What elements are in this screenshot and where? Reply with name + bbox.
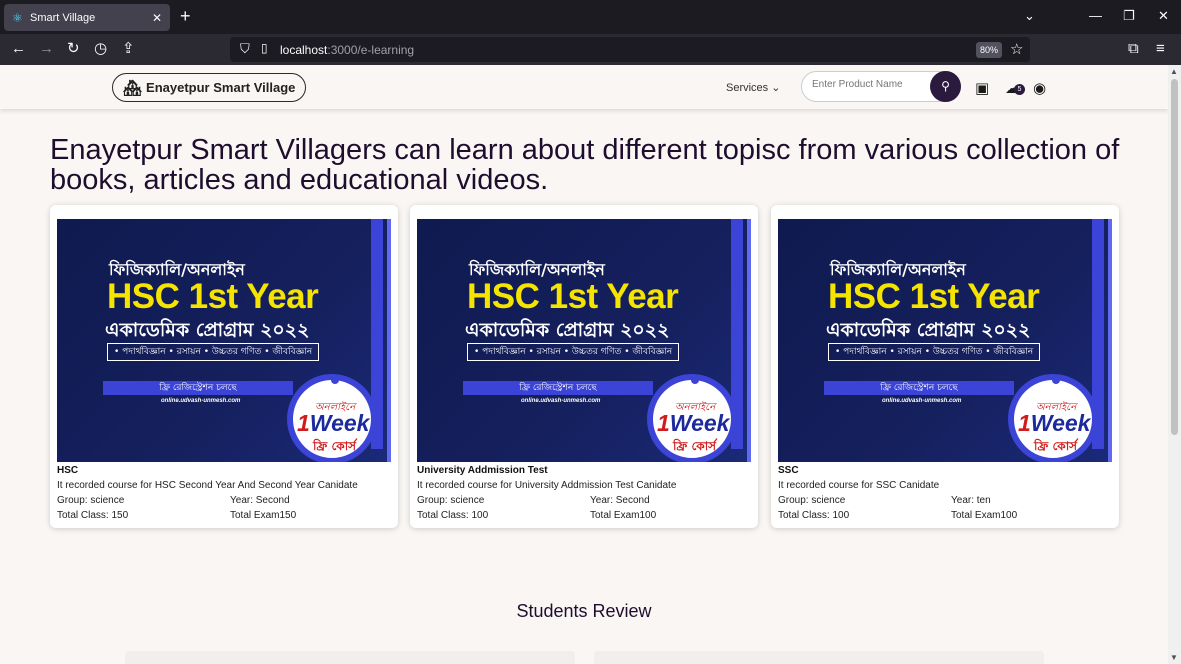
reload-icon[interactable]: ↻ (67, 40, 80, 58)
browser-tab[interactable]: ⚛ Smart Village ✕ (4, 4, 170, 31)
review-card (125, 651, 575, 664)
url-text[interactable]: localhost:3000/e-learning (280, 43, 414, 57)
extensions-puzzle-icon[interactable]: ⇪ (122, 40, 135, 58)
browser-tab-bar: ⚛ Smart Village ✕ + ⌄ — ❐ ✕ (0, 0, 1181, 34)
badge-week: 1Week (1018, 410, 1091, 436)
url-path: :3000/e-learning (327, 43, 415, 57)
search-button[interactable]: ⚲ (930, 71, 961, 102)
web-page: 🏘 Enayetpur Smart Village Services ⌄ ⚲ ▣… (0, 65, 1168, 664)
course-year: Year: ten (951, 495, 991, 506)
course-total-class: Total Class: 100 (417, 510, 489, 521)
new-tab-icon[interactable]: + (180, 7, 191, 25)
course-total-class: Total Class: 150 (57, 510, 129, 521)
review-card (594, 651, 1044, 664)
course-card[interactable]: ফিজিক্যালি/অনলাইন HSC 1st Year একাডেমিক … (410, 205, 758, 528)
address-bar[interactable]: ⛉ ▯ localhost:3000/e-learning 80% ☆ (230, 37, 1030, 62)
poster-headline: HSC 1st Year (828, 277, 1040, 316)
badge-week: 1Week (657, 410, 730, 436)
badge-bottom: ফ্রি কোর্স (1034, 439, 1078, 453)
village-logo-icon: 🏘 (123, 79, 143, 97)
course-total-exam: Total Exam100 (951, 510, 1018, 521)
services-dropdown[interactable]: Services ⌄ (726, 81, 780, 94)
course-total-class: Total Class: 100 (778, 510, 850, 521)
tab-list-chevron-icon[interactable]: ⌄ (1024, 8, 1035, 24)
search-input[interactable] (812, 79, 927, 90)
poster-headline: HSC 1st Year (467, 277, 679, 316)
history-icon[interactable]: ◷ (94, 40, 107, 58)
user-profile-icon[interactable]: ◉ (1033, 79, 1046, 97)
page-scrollbar[interactable]: ▲ ▼ (1168, 65, 1181, 664)
bookmark-star-icon[interactable]: ☆ (1010, 40, 1023, 58)
scroll-down-icon[interactable]: ▼ (1170, 653, 1178, 662)
poster-subjects: • পদার্থবিজ্ঞান • রসায়ন • উচ্চতর গণিত •… (107, 343, 320, 361)
poster-badge: অনলাইনে 1Week ফ্রি কোর্স (647, 374, 737, 462)
react-favicon-icon: ⚛ (12, 10, 23, 25)
forward-icon[interactable]: → (39, 40, 54, 58)
close-tab-icon[interactable]: ✕ (152, 11, 162, 25)
course-title: HSC (57, 465, 79, 476)
close-window-icon[interactable]: ✕ (1158, 8, 1169, 24)
menu-icon[interactable]: ≡ (1156, 40, 1165, 58)
services-label: Services (726, 82, 769, 94)
brand-name: Enayetpur Smart Village (146, 80, 296, 95)
course-total-exam: Total Exam150 (230, 510, 297, 521)
chevron-down-icon: ⌄ (771, 82, 781, 94)
course-year: Year: Second (590, 495, 650, 506)
poster-registration: ফ্রি রেজিস্ট্রেশন চলছে (103, 381, 293, 395)
course-group: Group: science (417, 495, 485, 506)
course-poster-image: ফিজিক্যালি/অনলাইন HSC 1st Year একাডেমিক … (778, 219, 1112, 462)
badge-week: 1Week (297, 410, 370, 436)
poster-badge: অনলাইনে 1Week ফ্রি কোর্স (287, 374, 377, 462)
poster-subjects: • পদার্থবিজ্ঞান • রসায়ন • উচ্চতর গণিত •… (467, 343, 680, 361)
extensions-icon[interactable]: ⧉ (1128, 40, 1139, 58)
hero-heading: Enayetpur Smart Villagers can learn abou… (50, 134, 1120, 196)
students-review-heading: Students Review (516, 601, 652, 621)
brand-button[interactable]: 🏘 Enayetpur Smart Village (112, 73, 307, 102)
poster-website: online.udvash-unmesh.com (521, 398, 601, 404)
course-description: It recorded course for University Addmis… (417, 480, 677, 491)
course-year: Year: Second (230, 495, 290, 506)
zoom-level[interactable]: 80% (976, 42, 1003, 58)
course-card[interactable]: ফিজিক্যালি/অনলাইন HSC 1st Year একাডেমিক … (50, 205, 398, 528)
browser-nav-bar: ← → ↻ ◷ ⇪ ⛉ ▯ localhost:3000/e-learning … (0, 34, 1181, 65)
badge-bottom: ফ্রি কোর্স (673, 439, 717, 453)
poster-registration: ফ্রি রেজিস্ট্রেশন চলছে (824, 381, 1014, 395)
page-info-icon[interactable]: ▯ (261, 41, 268, 55)
course-poster-image: ফিজিক্যালি/অনলাইন HSC 1st Year একাডেমিক … (417, 219, 751, 462)
poster-registration: ফ্রি রেজিস্ট্রেশন চলছে (463, 381, 653, 395)
course-group: Group: science (57, 495, 125, 506)
course-description: It recorded course for HSC Second Year A… (57, 480, 358, 491)
url-host: localhost (280, 43, 328, 57)
restore-icon[interactable]: ❐ (1123, 8, 1135, 24)
poster-subjects: • পদার্থবিজ্ঞান • রসায়ন • উচ্চতর গণিত •… (828, 343, 1041, 361)
poster-headline: HSC 1st Year (107, 277, 319, 316)
badge-bottom: ফ্রি কোর্স (313, 439, 357, 453)
course-description: It recorded course for SSC Canidate (778, 480, 940, 491)
course-title: SSC (778, 465, 799, 476)
site-header: 🏘 Enayetpur Smart Village Services ⌄ ⚲ ▣… (0, 65, 1168, 109)
poster-badge: অনলাইনে 1Week ফ্রি কোর্স (1008, 374, 1098, 462)
poster-website: online.udvash-unmesh.com (882, 398, 962, 404)
tab-title: Smart Village (30, 11, 96, 24)
back-icon[interactable]: ← (11, 40, 26, 58)
search-icon: ⚲ (941, 79, 950, 93)
scroll-up-icon[interactable]: ▲ (1170, 67, 1178, 76)
archive-box-icon[interactable]: ▣ (975, 79, 989, 97)
course-title: University Addmission Test (417, 465, 548, 476)
poster-website: online.udvash-unmesh.com (161, 398, 241, 404)
scrollbar-thumb[interactable] (1171, 79, 1178, 435)
cart-count-badge: 5 (1014, 84, 1025, 95)
shield-icon[interactable]: ⛉ (240, 41, 250, 57)
course-card[interactable]: ফিজিক্যালি/অনলাইন HSC 1st Year একাডেমিক … (771, 205, 1119, 528)
course-total-exam: Total Exam100 (590, 510, 657, 521)
course-group: Group: science (778, 495, 846, 506)
course-poster-image: ফিজিক্যালি/অনলাইন HSC 1st Year একাডেমিক … (57, 219, 391, 462)
minimize-icon[interactable]: — (1089, 8, 1102, 23)
